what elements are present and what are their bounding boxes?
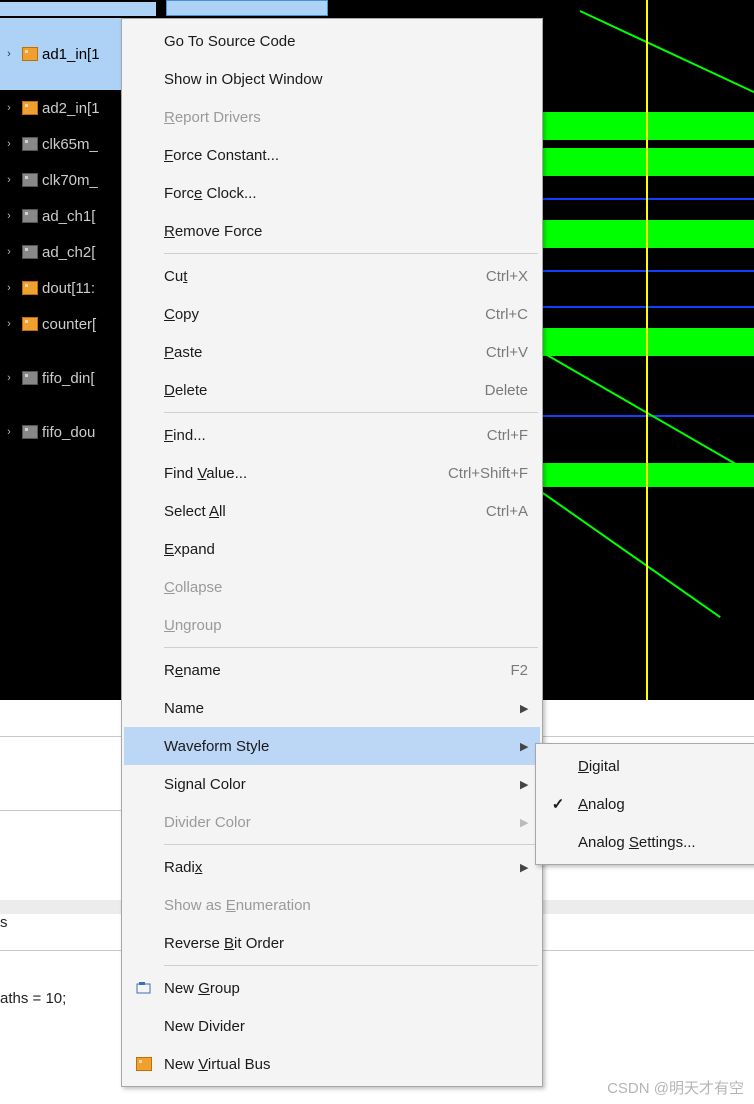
expand-icon[interactable]: ›	[2, 282, 16, 294]
expand-icon[interactable]: ›	[2, 102, 16, 114]
menu-reverse-bit-order[interactable]: Reverse Bit Order	[124, 924, 540, 962]
expand-icon[interactable]: ›	[2, 318, 16, 330]
menu-delete[interactable]: DeleteDelete	[124, 371, 540, 409]
menu-remove-force[interactable]: Remove Force	[124, 212, 540, 250]
lower-text-s: s	[0, 914, 8, 931]
waveform-style-submenu: Digital ✓Analog Analog Settings...	[535, 743, 754, 865]
menu-paste[interactable]: PasteCtrl+V	[124, 333, 540, 371]
submenu-analog[interactable]: ✓Analog	[538, 785, 754, 823]
expand-icon[interactable]: ›	[2, 246, 16, 258]
menu-goto-source[interactable]: Go To Source Code	[124, 22, 540, 60]
bus-icon	[22, 371, 38, 385]
virtual-bus-icon	[124, 1057, 164, 1071]
bus-icon	[22, 281, 38, 295]
bus-icon	[22, 173, 38, 187]
lower-text-paths: aths = 10;	[0, 990, 66, 1007]
menu-new-group[interactable]: New Group	[124, 969, 540, 1007]
time-cursor[interactable]	[646, 0, 648, 700]
menu-copy[interactable]: CopyCtrl+C	[124, 295, 540, 333]
expand-icon[interactable]: ›	[2, 138, 16, 150]
signal-label: counter[	[42, 316, 96, 333]
wave-diag-2	[540, 350, 749, 472]
menu-separator	[164, 412, 538, 413]
menu-expand[interactable]: Expand	[124, 530, 540, 568]
context-menu: Go To Source Code Show in Object Window …	[121, 18, 543, 1087]
menu-separator	[164, 965, 538, 966]
menu-cut[interactable]: CutCtrl+X	[124, 257, 540, 295]
expand-icon[interactable]: ›	[2, 48, 16, 60]
menu-report-drivers: Report Drivers	[124, 98, 540, 136]
bus-icon	[22, 101, 38, 115]
header-tab-2[interactable]	[166, 0, 328, 16]
expand-icon[interactable]: ›	[2, 372, 16, 384]
signal-label: clk70m_	[42, 172, 98, 189]
menu-new-divider[interactable]: New Divider	[124, 1007, 540, 1045]
submenu-digital[interactable]: Digital	[538, 747, 754, 785]
menu-waveform-style[interactable]: Waveform Style▶	[124, 727, 540, 765]
wave-diag-1	[580, 10, 754, 96]
expand-icon[interactable]: ›	[2, 426, 16, 438]
menu-show-enum: Show as Enumeration	[124, 886, 540, 924]
wave-diag-3	[539, 490, 720, 618]
bus-icon	[22, 245, 38, 259]
menu-radix[interactable]: Radix▶	[124, 848, 540, 886]
menu-rename[interactable]: RenameF2	[124, 651, 540, 689]
menu-force-clock[interactable]: Force Clock...	[124, 174, 540, 212]
menu-find[interactable]: Find...Ctrl+F	[124, 416, 540, 454]
submenu-arrow-icon: ▶	[520, 702, 540, 715]
menu-new-virtual-bus[interactable]: New Virtual Bus	[124, 1045, 540, 1083]
group-icon	[124, 981, 164, 995]
signal-label: dout[11:	[42, 280, 95, 297]
bus-icon	[22, 47, 38, 61]
menu-find-value[interactable]: Find Value...Ctrl+Shift+F	[124, 454, 540, 492]
column-headers	[0, 0, 340, 16]
menu-show-object-window[interactable]: Show in Object Window	[124, 60, 540, 98]
menu-separator	[164, 844, 538, 845]
menu-divider-color: Divider Color▶	[124, 803, 540, 841]
menu-force-constant[interactable]: Force Constant...	[124, 136, 540, 174]
menu-collapse: Collapse	[124, 568, 540, 606]
check-icon: ✓	[538, 795, 578, 813]
signal-label: ad2_in[1	[42, 100, 100, 117]
expand-icon[interactable]: ›	[2, 174, 16, 186]
bus-icon	[22, 137, 38, 151]
menu-ungroup: Ungroup	[124, 606, 540, 644]
header-tab-1[interactable]	[0, 0, 156, 16]
menu-select-all[interactable]: Select AllCtrl+A	[124, 492, 540, 530]
signal-label: ad_ch1[	[42, 208, 95, 225]
submenu-analog-settings[interactable]: Analog Settings...	[538, 823, 754, 861]
bus-icon	[22, 317, 38, 331]
menu-separator	[164, 253, 538, 254]
menu-name[interactable]: Name▶	[124, 689, 540, 727]
bus-icon	[22, 425, 38, 439]
expand-icon[interactable]: ›	[2, 210, 16, 222]
signal-label: clk65m_	[42, 136, 98, 153]
bus-icon	[22, 209, 38, 223]
menu-separator	[164, 647, 538, 648]
signal-label: ad1_in[1	[42, 46, 100, 63]
menu-signal-color[interactable]: Signal Color▶	[124, 765, 540, 803]
signal-label: fifo_din[	[42, 370, 95, 387]
signal-label: fifo_dou	[42, 424, 95, 441]
signal-label: ad_ch2[	[42, 244, 95, 261]
